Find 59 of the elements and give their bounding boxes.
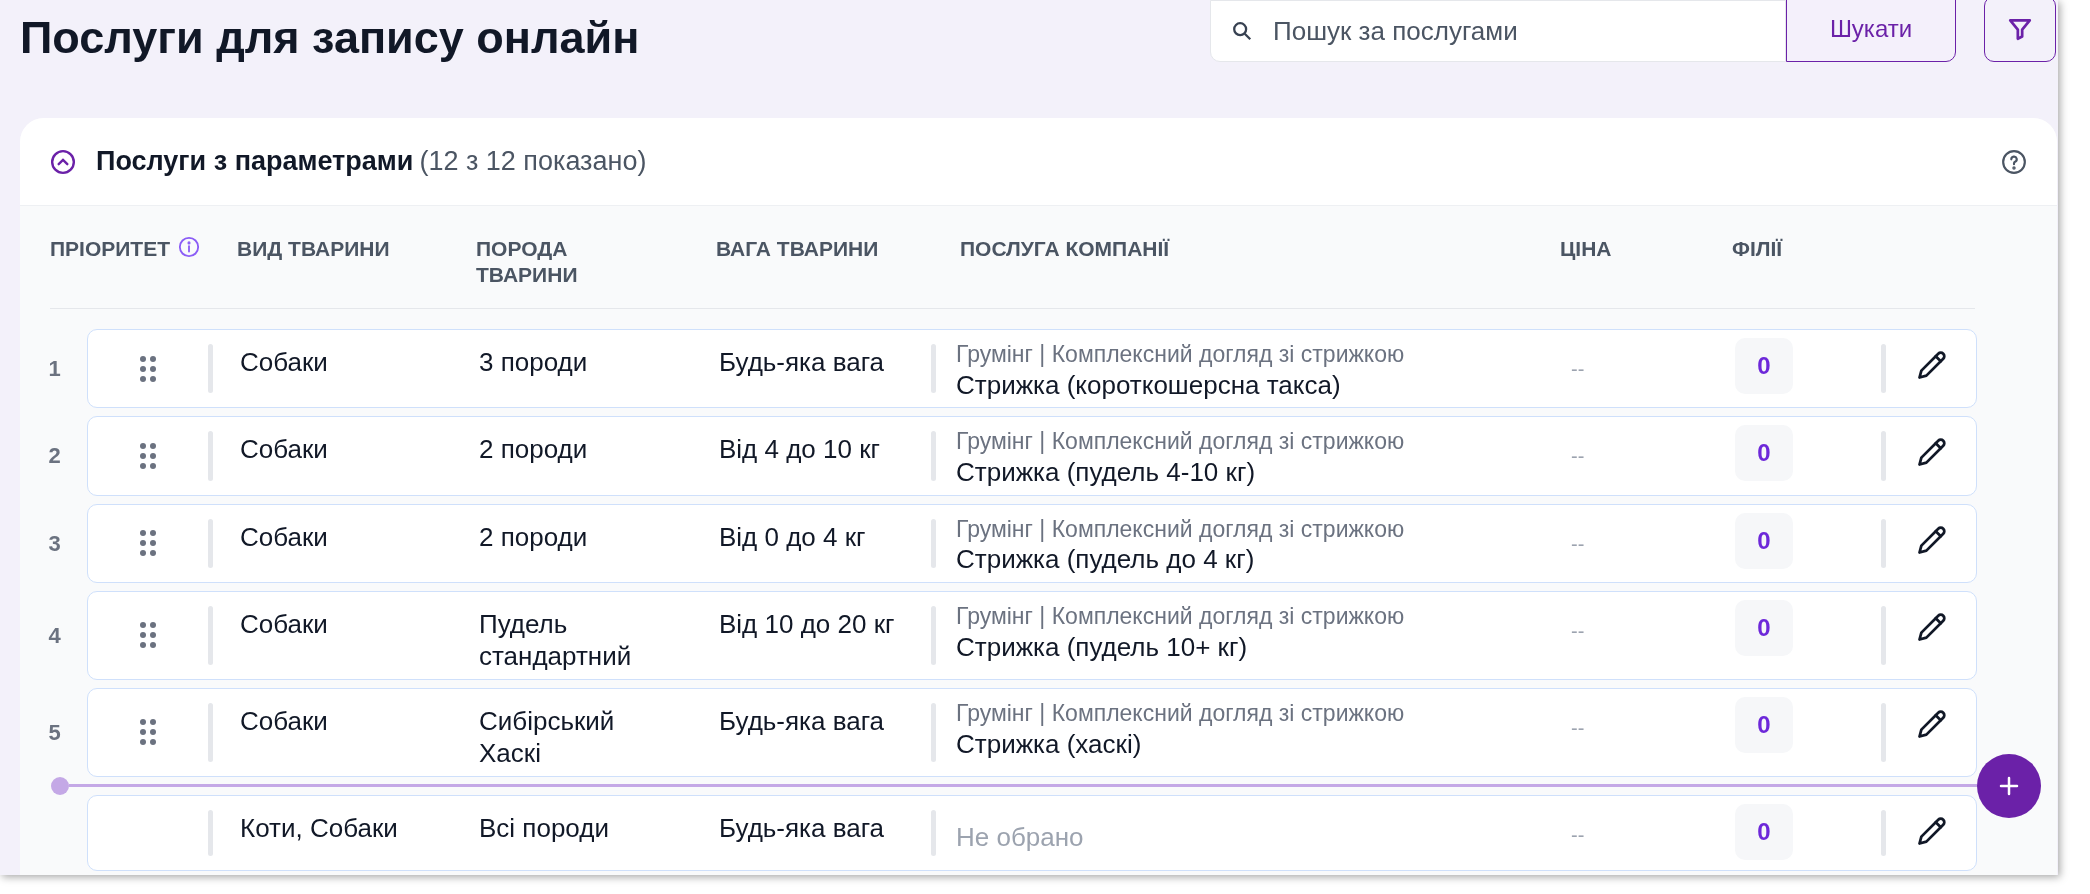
column-header: ПОРОДА ТВАРИНИ — [476, 236, 579, 289]
table-cell-text: Від 10 до 20 кг — [719, 607, 896, 641]
service-not-selected-text: Не обрано — [956, 820, 1084, 854]
service-category: Грумінг | Комплексний догляд зі стрижкою — [956, 601, 1405, 631]
service-name: Стрижка (пудель 10+ кг) — [956, 630, 1249, 663]
priority-number: 5 — [48, 718, 61, 747]
branches-count[interactable]: 0 — [1735, 803, 1793, 860]
priority-number: 2 — [48, 442, 61, 471]
service-category: Грумінг | Комплексний догляд зі стрижкою — [956, 340, 1405, 369]
search-input[interactable]: Пошук за послугами — [1273, 11, 1785, 51]
section-count: (12 з 12 показано) — [419, 145, 647, 179]
service-category: Грумінг | Комплексний догляд зі стрижкою — [956, 698, 1405, 728]
branches-count[interactable]: 0 — [1735, 512, 1793, 569]
table-cell-text: Будь-яка вага — [719, 704, 886, 738]
table-cell-text: Всі породи — [479, 811, 610, 845]
service-name: Стрижка (хаскі) — [956, 727, 1143, 760]
service-category: Грумінг | Комплексний догляд зі стрижкою — [956, 514, 1405, 544]
table-cell-text: 2 породи — [479, 520, 589, 553]
table-cell-text: Коти, Собаки — [239, 811, 398, 845]
service-name: Стрижка (пудель 4-10 кг) — [956, 456, 1257, 489]
service-name: Стрижка (короткошерсна такса) — [956, 368, 1342, 402]
section-title: Послуги з параметрами — [96, 145, 414, 179]
service-name: Стрижка (пудель до 4 кг) — [956, 543, 1256, 576]
priority-number: 1 — [48, 355, 61, 384]
table-cell-text: Будь-яка вага — [719, 346, 886, 379]
table-cell-text: 2 породи — [479, 433, 589, 466]
page-title: Послуги для запису онлайн — [20, 11, 641, 65]
table-cell-text: 3 породи — [479, 346, 589, 379]
table-cell-text: Від 4 до 10 кг — [719, 433, 882, 466]
table-cell: -- — [1571, 716, 1585, 739]
table-cell: -- — [1571, 445, 1585, 468]
column-header: ПОСЛУГА КОМПАНІЇ — [960, 236, 1170, 262]
table-cell-text: Собаки — [239, 607, 328, 641]
column-header: ФІЛІЇ — [1732, 236, 1783, 262]
column-header: ВАГА ТВАРИНИ — [716, 236, 879, 262]
column-header: ПРІОРИТЕТ — [50, 236, 171, 262]
column-header: ВИД ТВАРИНИ — [237, 236, 390, 262]
table-cell-text: Сибірський Хаскі — [479, 704, 616, 770]
branches-count[interactable]: 0 — [1735, 696, 1793, 753]
search-button[interactable]: Шукати — [1786, 0, 1956, 62]
branches-count[interactable]: 0 — [1735, 338, 1793, 394]
branches-count[interactable]: 0 — [1735, 599, 1793, 656]
table-cell: -- — [1571, 358, 1585, 380]
table-cell: -- — [1571, 532, 1585, 555]
table-cell-text: Пудель стандартний — [479, 607, 633, 673]
priority-number: 3 — [48, 529, 61, 558]
table-cell-text: Від 0 до 4 кг — [719, 520, 867, 553]
table-cell: -- — [1571, 619, 1585, 642]
service-category: Грумінг | Комплексний догляд зі стрижкою — [956, 427, 1405, 456]
table-cell-text: Собаки — [239, 704, 328, 738]
branches-count[interactable]: 0 — [1735, 425, 1793, 482]
table-cell-text: Собаки — [239, 346, 328, 379]
table-cell-text: Собаки — [239, 433, 328, 467]
priority-number: 4 — [48, 621, 61, 650]
table-cell-text: Будь-яка вага — [719, 811, 886, 845]
column-header: ЦІНА — [1560, 236, 1612, 262]
table-cell: -- — [1571, 823, 1585, 846]
search-field[interactable]: Пошук за послугами — [1210, 0, 1786, 62]
table-cell-text: Собаки — [239, 520, 328, 554]
